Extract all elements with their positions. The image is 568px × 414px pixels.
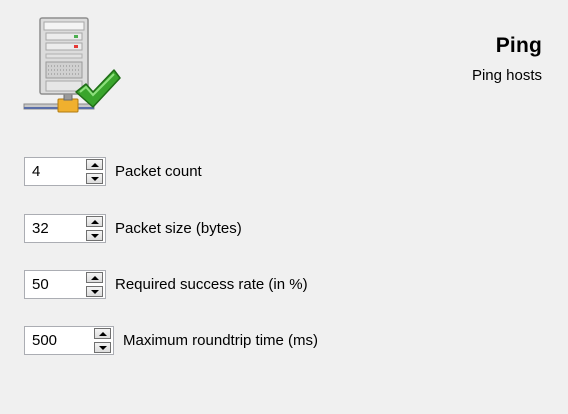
roundtrip-time-spin-buttons — [93, 328, 112, 353]
packet-count-increment-button[interactable] — [86, 159, 103, 170]
packet-size-label: Packet size (bytes) — [115, 220, 242, 237]
page-subtitle: Ping hosts — [471, 67, 542, 84]
setting-row-roundtrip-time: 500 Maximum roundtrip time (ms) — [24, 325, 318, 356]
arrow-up-icon — [90, 275, 99, 280]
packet-size-spinbox[interactable]: 32 — [24, 214, 106, 243]
arrow-down-icon — [90, 176, 99, 181]
arrow-down-icon — [98, 345, 107, 350]
page-title: Ping — [495, 34, 542, 57]
packet-count-spin-buttons — [85, 159, 104, 184]
setting-row-packet-size: 32 Packet size (bytes) — [24, 213, 242, 244]
packet-size-increment-button[interactable] — [86, 216, 103, 227]
roundtrip-time-decrement-button[interactable] — [94, 342, 111, 353]
arrow-up-icon — [98, 331, 107, 336]
packet-count-decrement-button[interactable] — [86, 173, 103, 184]
setting-row-packet-count: 4 Packet count — [24, 156, 202, 187]
packet-count-label: Packet count — [115, 163, 202, 180]
arrow-down-icon — [90, 289, 99, 294]
arrow-up-icon — [90, 162, 99, 167]
success-rate-spin-buttons — [85, 272, 104, 297]
packet-count-value[interactable]: 4 — [32, 158, 40, 185]
roundtrip-time-spinbox[interactable]: 500 — [24, 326, 114, 355]
roundtrip-time-value[interactable]: 500 — [32, 327, 57, 354]
arrow-up-icon — [90, 219, 99, 224]
success-rate-value[interactable]: 50 — [32, 271, 49, 298]
packet-size-spin-buttons — [85, 216, 104, 241]
setting-row-success-rate: 50 Required success rate (in %) — [24, 269, 308, 300]
server-check-icon — [20, 12, 122, 122]
roundtrip-time-increment-button[interactable] — [94, 328, 111, 339]
success-rate-decrement-button[interactable] — [86, 286, 103, 297]
success-rate-label: Required success rate (in %) — [115, 276, 308, 293]
ping-settings-panel: Ping Ping hosts 4 Packet count 32 Packet… — [0, 0, 568, 414]
packet-size-decrement-button[interactable] — [86, 230, 103, 241]
arrow-down-icon — [90, 233, 99, 238]
success-rate-increment-button[interactable] — [86, 272, 103, 283]
packet-size-value[interactable]: 32 — [32, 215, 49, 242]
packet-count-spinbox[interactable]: 4 — [24, 157, 106, 186]
success-rate-spinbox[interactable]: 50 — [24, 270, 106, 299]
roundtrip-time-label: Maximum roundtrip time (ms) — [123, 332, 319, 349]
